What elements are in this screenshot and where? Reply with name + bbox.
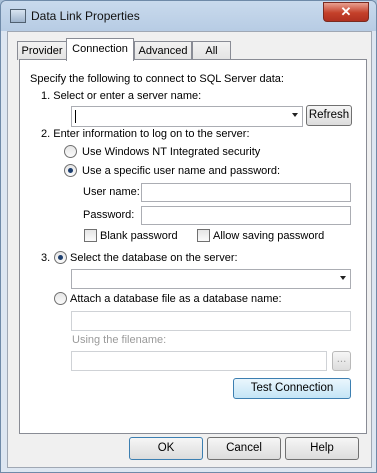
- attach-database-label[interactable]: Attach a database file as a database nam…: [70, 293, 282, 305]
- help-button[interactable]: Help: [285, 437, 359, 460]
- database-combo[interactable]: [71, 269, 351, 289]
- password-label: Password:: [83, 209, 135, 221]
- user-name-input[interactable]: [141, 183, 351, 202]
- allow-saving-password-checkbox[interactable]: [197, 229, 210, 242]
- intro-text: Specify the following to connect to SQL …: [30, 73, 284, 85]
- attach-database-radio[interactable]: [54, 292, 67, 305]
- step1-label: 1. Select or enter a server name:: [41, 90, 202, 102]
- windows-nt-security-label[interactable]: Use Windows NT Integrated security: [82, 146, 260, 158]
- test-connection-button[interactable]: Test Connection: [233, 378, 351, 399]
- chevron-down-icon[interactable]: [340, 276, 346, 280]
- chevron-down-icon[interactable]: [292, 113, 298, 117]
- refresh-button[interactable]: Refresh: [306, 105, 352, 126]
- tab-all[interactable]: All: [192, 41, 231, 60]
- allow-saving-password-label[interactable]: Allow saving password: [213, 230, 324, 242]
- password-input[interactable]: [141, 206, 351, 225]
- step3-label: 3.: [41, 252, 51, 264]
- tab-advanced[interactable]: Advanced: [134, 41, 192, 60]
- blank-password-checkbox[interactable]: [84, 229, 97, 242]
- dialog-body: Provider Connection Advanced All Specify…: [7, 31, 372, 468]
- text-cursor: [75, 110, 76, 123]
- dialog-window: Data Link Properties ✕ Provider Connecti…: [0, 0, 377, 473]
- user-name-label: User name:: [83, 186, 140, 198]
- data-link-icon: [10, 9, 26, 23]
- window-title: Data Link Properties: [31, 9, 140, 23]
- connection-panel: Specify the following to connect to SQL …: [19, 59, 367, 434]
- title-bar[interactable]: Data Link Properties ✕: [1, 1, 376, 31]
- specific-user-label[interactable]: Use a specific user name and password:: [82, 165, 280, 177]
- tab-provider[interactable]: Provider: [17, 41, 67, 60]
- tab-connection[interactable]: Connection: [66, 38, 134, 61]
- select-database-label[interactable]: Select the database on the server:: [70, 252, 238, 264]
- ok-button[interactable]: OK: [129, 437, 203, 460]
- server-name-combo[interactable]: [71, 106, 303, 127]
- step2-label: 2. Enter information to log on to the se…: [41, 128, 250, 140]
- select-database-radio[interactable]: [54, 251, 67, 264]
- windows-nt-security-radio[interactable]: [64, 145, 77, 158]
- browse-button[interactable]: ...: [332, 351, 351, 371]
- cancel-button[interactable]: Cancel: [207, 437, 281, 460]
- blank-password-label[interactable]: Blank password: [100, 230, 178, 242]
- attach-database-input[interactable]: [71, 311, 351, 331]
- filename-input[interactable]: [71, 351, 327, 371]
- close-button[interactable]: ✕: [323, 2, 369, 22]
- specific-user-radio[interactable]: [64, 164, 77, 177]
- filename-label: Using the filename:: [72, 334, 167, 346]
